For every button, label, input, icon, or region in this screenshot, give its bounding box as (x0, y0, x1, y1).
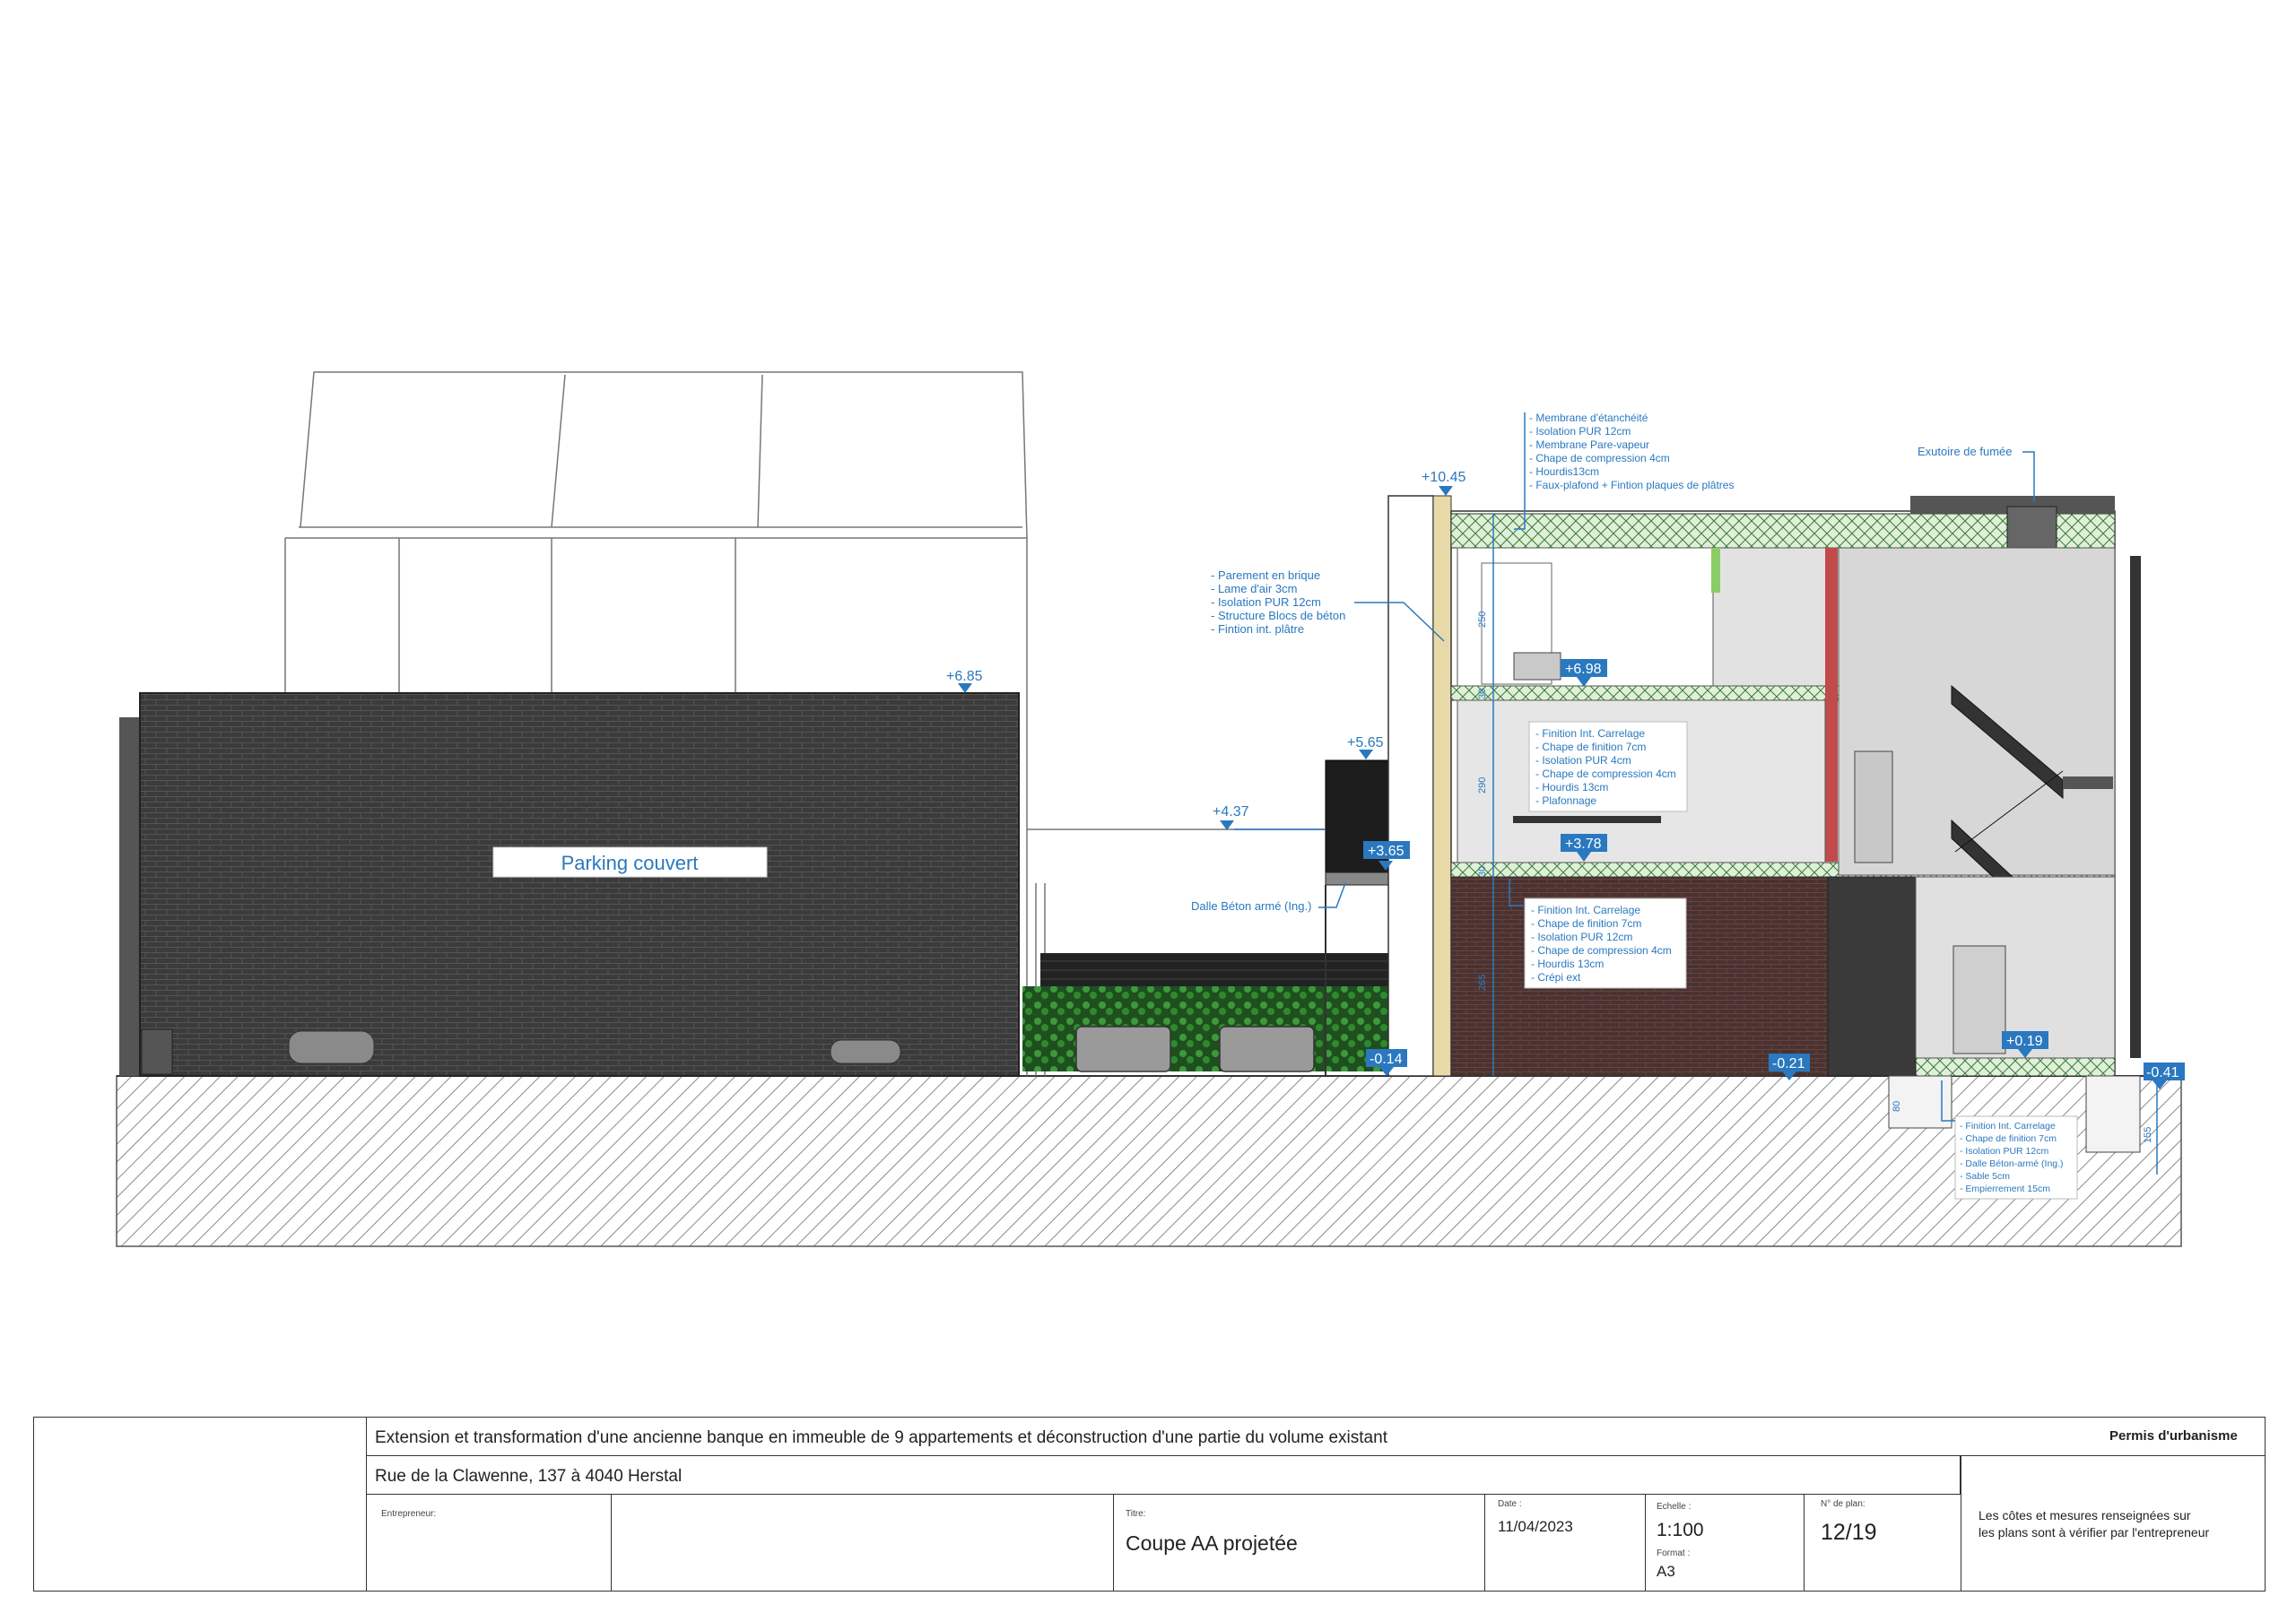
svg-text:- Hourdis 13cm: - Hourdis 13cm (1531, 958, 1604, 970)
dimension-265: 265 (1477, 975, 1488, 991)
verification-note-line2: les plans sont à vérifier par l'entrepre… (1979, 1525, 2210, 1540)
svg-text:- Parement en brique: - Parement en brique (1211, 568, 1320, 582)
svg-text:- Hourdis 13cm: - Hourdis 13cm (1535, 781, 1608, 794)
title-block-logo-cell (33, 1417, 367, 1592)
level-marker-1045: +10.45 (1422, 470, 1465, 496)
dimension-30: 30 (1477, 866, 1488, 877)
svg-text:- Sable 5cm: - Sable 5cm (1960, 1171, 2010, 1182)
drawing-title: Coupe AA projetée (1126, 1531, 1298, 1555)
contractor-caption: Entrepreneur: (381, 1509, 437, 1519)
dimension-250: 250 (1477, 612, 1488, 628)
svg-text:- Isolation PUR 4cm: - Isolation PUR 4cm (1535, 754, 1631, 767)
parking-building (139, 692, 1020, 1077)
foundation-right (2085, 1075, 2141, 1153)
svg-text:- Plafonnage: - Plafonnage (1535, 794, 1596, 807)
svg-text:- Isolation PUR 12cm: - Isolation PUR 12cm (1529, 425, 1631, 438)
svg-text:- Lame d'air 3cm: - Lame d'air 3cm (1211, 582, 1297, 595)
dimension-80: 80 (1892, 1101, 1902, 1112)
svg-text:- Hourdis13cm: - Hourdis13cm (1529, 465, 1599, 478)
svg-text:+6.85: +6.85 (946, 669, 983, 684)
dalle-label: Dalle Béton armé (Ing.) (1191, 899, 1311, 913)
format-value: A3 (1657, 1563, 1675, 1580)
svg-text:-0.41: -0.41 (2146, 1065, 2179, 1080)
permit-label: Permis d'urbanisme (2109, 1428, 2238, 1444)
title-block-note-cell (1961, 1455, 2266, 1592)
svg-text:- Finition Int. Carrelage: - Finition Int. Carrelage (1531, 904, 1640, 916)
svg-text:+4.37: +4.37 (1213, 804, 1249, 820)
svg-text:- Chape de finition 7cm: - Chape de finition 7cm (1531, 917, 1641, 930)
dimension-30: 30 (1477, 689, 1488, 699)
svg-text:+0.19: +0.19 (2006, 1034, 2043, 1049)
level-marker-565: +5.65 (1347, 735, 1384, 759)
svg-text:- Isolation PUR 12cm: - Isolation PUR 12cm (1960, 1146, 2048, 1157)
title-caption: Titre: (1126, 1509, 1146, 1519)
main-building-section (1387, 495, 2141, 1077)
svg-text:- Membrane Pare-vapeur: - Membrane Pare-vapeur (1529, 438, 1649, 451)
svg-text:- Isolation PUR 12cm: - Isolation PUR 12cm (1531, 931, 1632, 943)
svg-text:- Finition Int. Carrelage: - Finition Int. Carrelage (1535, 727, 1645, 740)
svg-text:+5.65: +5.65 (1347, 735, 1384, 750)
garden-fence (1040, 953, 1431, 989)
plan-number-caption: N° de plan: (1821, 1499, 1866, 1509)
svg-text:- Structure Blocs de béton: - Structure Blocs de béton (1211, 609, 1345, 622)
ground-hatch (116, 1075, 2182, 1247)
svg-text:- Chape de compression 4cm: - Chape de compression 4cm (1531, 944, 1672, 957)
plan-number: 12/19 (1821, 1520, 1877, 1545)
roof-legend: - Membrane d'étanchéité - Isolation PUR … (1529, 412, 1734, 491)
svg-text:- Chape de compression 4cm: - Chape de compression 4cm (1535, 768, 1676, 780)
svg-text:- Isolation PUR 12cm: - Isolation PUR 12cm (1211, 595, 1321, 609)
svg-text:- Empierrement 15cm: - Empierrement 15cm (1960, 1184, 2050, 1194)
svg-text:+3.78: +3.78 (1565, 837, 1602, 852)
svg-text:- Faux-plafond + Fintion plaqu: - Faux-plafond + Fintion plaques de plât… (1529, 479, 1734, 491)
svg-text:- Chape de finition 7cm: - Chape de finition 7cm (1960, 1133, 2057, 1144)
section-drawing: Parking couvert 250 30 290 30 265 80 155… (116, 371, 2185, 1247)
date-value: 11/04/2023 (1498, 1518, 1573, 1535)
svg-text:+10.45: +10.45 (1422, 470, 1465, 485)
svg-text:+6.98: +6.98 (1565, 662, 1602, 677)
address: Rue de la Clawenne, 137 à 4040 Herstal (375, 1467, 683, 1486)
smoke-vent-label: Exutoire de fumée (1918, 445, 2013, 458)
parking-wall-side (119, 717, 142, 1076)
svg-text:- Chape de compression 4cm: - Chape de compression 4cm (1529, 452, 1670, 464)
dimension-155: 155 (2143, 1127, 2153, 1143)
title-block-blank-cell (611, 1494, 1114, 1592)
level-marker-685: +6.85 (946, 669, 983, 693)
parking-label: Parking couvert (561, 852, 699, 874)
scale-caption: Echelle : (1657, 1502, 1692, 1512)
dimension-290: 290 (1477, 777, 1488, 794)
verification-note-line1: Les côtes et mesures renseignées sur (1979, 1508, 2191, 1522)
level-marker-437: +4.37 (1213, 804, 1326, 830)
svg-text:- Dalle Béton-armé (Ing.): - Dalle Béton-armé (Ing.) (1960, 1158, 2064, 1169)
svg-text:+3.65: +3.65 (1368, 844, 1405, 859)
svg-text:- Membrane d'étanchéité: - Membrane d'étanchéité (1529, 412, 1648, 424)
svg-text:- Fintion int. plâtre: - Fintion int. plâtre (1211, 622, 1304, 636)
wall-legend: - Parement en brique - Lame d'air 3cm - … (1211, 568, 1345, 636)
svg-text:-0.21: -0.21 (1772, 1056, 1805, 1071)
format-caption: Format : (1657, 1548, 1691, 1558)
parking-bin (141, 1028, 173, 1075)
svg-text:-0.14: -0.14 (1370, 1052, 1403, 1067)
svg-text:- Chape de finition 7cm: - Chape de finition 7cm (1535, 741, 1646, 753)
svg-text:- Crépi ext: - Crépi ext (1531, 971, 1581, 984)
scale-value: 1:100 (1657, 1520, 1704, 1540)
project-description: Extension et transformation d'une ancien… (375, 1428, 1387, 1447)
svg-text:- Finition Int. Carrelage: - Finition Int. Carrelage (1960, 1121, 2056, 1132)
date-caption: Date : (1498, 1499, 1522, 1509)
